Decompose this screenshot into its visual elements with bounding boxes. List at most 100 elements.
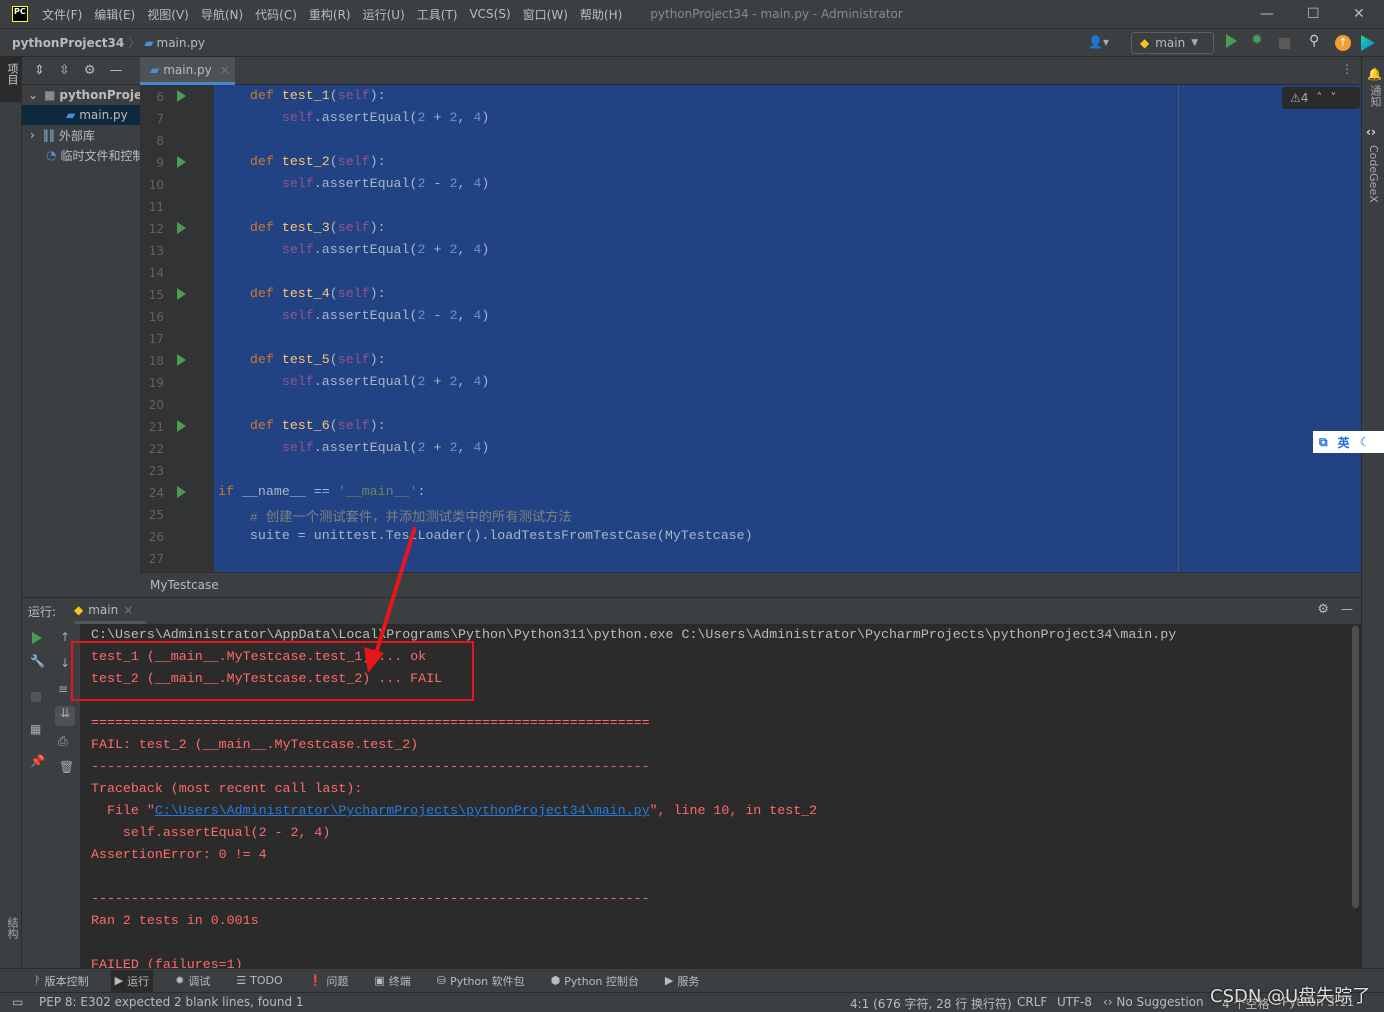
run-tab-main[interactable]: ◆ main × (74, 598, 146, 624)
run-config-dropdown[interactable]: ◆ main ▼ (1131, 32, 1214, 54)
code-line: suite = unittest.TestLoader().loadTestsF… (218, 528, 753, 543)
inspection-widget[interactable]: ⚠4 ˄ ˅ (1282, 87, 1360, 109)
collapse-all-icon[interactable]: ⇳ (59, 63, 70, 78)
toolbox-icon[interactable] (1361, 35, 1375, 51)
run-gutter-icon[interactable] (177, 486, 186, 498)
editor-breadcrumb[interactable]: MyTestcase (140, 572, 1361, 597)
menu-help[interactable]: 帮助(H) (580, 6, 622, 23)
run-gutter-icon[interactable] (177, 90, 186, 102)
rerun-button[interactable] (32, 632, 42, 644)
close-button[interactable]: ✕ (1353, 6, 1365, 22)
run-gutter-icon[interactable] (177, 420, 186, 432)
tool-window-button[interactable]: ▶ 服务 (661, 970, 703, 992)
layout-toggle-icon[interactable]: ▭ (12, 995, 23, 1009)
gear-icon[interactable]: ⚙ (84, 63, 96, 78)
expand-all-icon[interactable]: ⇕ (34, 63, 45, 78)
code-token: ): (369, 352, 386, 367)
tool-window-button[interactable]: ☰ TODO (232, 970, 286, 992)
menu-tools[interactable]: 工具(T) (417, 6, 458, 23)
up-arrow-icon[interactable]: ↑ (60, 630, 70, 644)
bell-icon[interactable]: 🔔 (1367, 67, 1382, 81)
notifications-button[interactable]: 通知 (1367, 85, 1383, 107)
code-token: + (425, 110, 450, 125)
cursor-position[interactable]: 4:1 (676 字符, 28 行 换行符) (850, 995, 1012, 1012)
menu-window[interactable]: 窗口(W) (523, 6, 568, 23)
vcs-user-icon[interactable]: 👤▾ (1088, 35, 1109, 49)
line-number: 27 (148, 552, 164, 566)
tool-window-icon: ▣ (374, 974, 385, 987)
menu-code[interactable]: 代码(C) (255, 6, 297, 23)
pin-icon[interactable]: 📌 (30, 754, 45, 768)
menu-edit[interactable]: 编辑(E) (94, 6, 135, 23)
run-gutter-icon[interactable] (177, 156, 186, 168)
stop-button[interactable] (31, 692, 41, 702)
scroll-to-end-icon[interactable]: ⇊ (55, 706, 75, 726)
search-icon[interactable]: ⚲ (1309, 33, 1319, 49)
code-token: if (218, 484, 242, 499)
code-line: self.assertEqual(2 - 2, 4) (218, 308, 490, 323)
console-line: Traceback (most recent call last): (91, 781, 363, 796)
structure-tool-button[interactable]: 结构 (4, 917, 20, 939)
warning-icon: ⚠4 (1290, 91, 1309, 105)
breadcrumb-project[interactable]: pythonProject34 (12, 36, 124, 50)
menu-refactor[interactable]: 重构(R) (309, 6, 351, 23)
more-options-icon[interactable]: ⋮ (1341, 62, 1353, 76)
debug-bug-icon[interactable]: ✹ (1251, 32, 1263, 48)
code-line: def test_6(self): (218, 418, 386, 433)
ime-indicator[interactable]: ⧉ 英 ☾ (1313, 431, 1384, 453)
tool-window-button[interactable]: ▣ 终端 (370, 970, 414, 992)
tool-window-button[interactable]: ✹ 调试 (171, 970, 214, 992)
tree-item-main-py[interactable]: ▰ main.py (22, 105, 140, 125)
tool-window-button[interactable]: ⛁ Python 软件包 (433, 970, 529, 992)
close-tab-icon[interactable]: × (220, 63, 230, 77)
tree-item-project[interactable]: ⌄■pythonProject34 (22, 85, 140, 105)
settings-icon[interactable]: ⚙ (1317, 602, 1329, 617)
codegeex-button[interactable]: CodeGeeX (1367, 145, 1380, 203)
soft-wrap-icon[interactable]: ≡ (58, 682, 68, 696)
tab-main-py[interactable]: ▰ main.py × (140, 57, 235, 85)
run-button[interactable] (1226, 34, 1237, 48)
tool-window-icon: ✹ (175, 974, 185, 987)
print-icon[interactable]: ⎙ (58, 734, 68, 749)
menu-view[interactable]: 视图(V) (147, 6, 189, 23)
console-scrollbar[interactable] (1352, 626, 1359, 908)
layout-icon[interactable]: ▦ (30, 722, 41, 736)
tree-item-scratches[interactable]: ◔临时文件和控制台 (22, 145, 140, 165)
status-message[interactable]: PEP 8: E302 expected 2 blank lines, foun… (39, 995, 304, 1009)
file-link[interactable]: C:\Users\Administrator\PycharmProjects\p… (155, 803, 650, 818)
minimize-button[interactable]: — (1260, 6, 1274, 22)
tool-window-button[interactable]: ▶ 运行 (110, 969, 154, 992)
line-number: 19 (148, 376, 164, 390)
tree-item-external-libs[interactable]: › ‖‖ 外部库 (22, 125, 140, 145)
code-line: self.assertEqual(2 - 2, 4) (218, 176, 490, 191)
run-gutter-icon[interactable] (177, 222, 186, 234)
tool-window-button[interactable]: ᚹ 版本控制 (30, 970, 93, 992)
hide-icon[interactable]: — (109, 63, 122, 78)
file-encoding[interactable]: UTF-8 (1057, 995, 1092, 1009)
tool-window-button[interactable]: ⬢ Python 控制台 (547, 970, 643, 992)
folder-icon: ■ (44, 88, 56, 102)
breadcrumb-file[interactable]: main.py (157, 36, 206, 50)
maximize-button[interactable]: ☐ (1307, 6, 1320, 22)
line-separator[interactable]: CRLF (1017, 995, 1047, 1009)
code-line: # 创建一个测试套件，并添加测试类中的所有测试方法 (218, 506, 572, 525)
update-icon[interactable]: ↑ (1335, 35, 1351, 51)
hide-panel-icon[interactable]: — (1341, 602, 1353, 616)
project-tool-button[interactable]: 项目 (0, 57, 21, 102)
run-gutter-icon[interactable] (177, 288, 186, 300)
left-tool-strip: 项目 结构 书签 (0, 57, 35, 986)
code-suggestion[interactable]: ‹› No Suggestion (1103, 995, 1204, 1009)
trash-icon[interactable]: 🗑 (59, 760, 74, 774)
menu-navigate[interactable]: 导航(N) (201, 6, 243, 23)
run-gutter-icon[interactable] (177, 354, 186, 366)
wrench-icon[interactable]: 🔧 (30, 654, 45, 668)
menu-run[interactable]: 运行(U) (363, 6, 405, 23)
menu-vcs[interactable]: VCS(S) (469, 7, 510, 21)
stop-button[interactable] (1279, 38, 1290, 49)
menu-file[interactable]: 文件(F) (42, 6, 82, 23)
down-arrow-icon[interactable]: ↓ (60, 656, 70, 670)
tool-window-button[interactable]: ❗ 问题 (305, 970, 353, 992)
console-line: FAIL: test_2 (__main__.MyTestcase.test_2… (91, 737, 419, 752)
